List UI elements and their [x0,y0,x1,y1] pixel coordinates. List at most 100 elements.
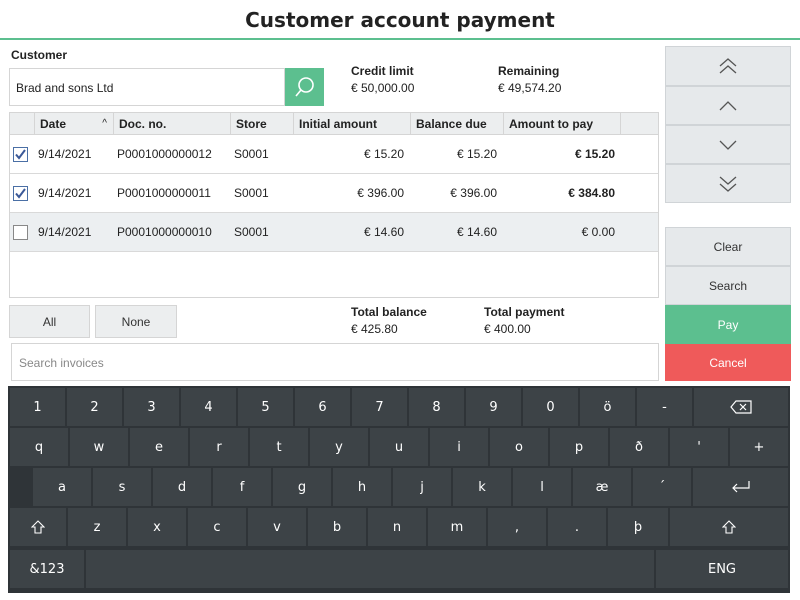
column-balance-due[interactable]: Balance due [410,113,503,135]
key[interactable]: ' [670,428,728,466]
double-chevron-up-icon [719,58,737,74]
key[interactable]: n [368,508,426,546]
row-up-button[interactable] [665,86,791,125]
key[interactable]: d [153,468,211,506]
search-button[interactable]: Search [665,266,791,305]
chevron-up-icon [719,100,737,110]
key[interactable]: s [93,468,151,506]
key[interactable]: , [488,508,546,546]
key[interactable]: a [33,468,91,506]
key[interactable]: 0 [523,388,578,426]
on-screen-keyboard: 1 2 3 4 5 6 7 8 9 0 ö - q w e r t y u i … [8,386,790,593]
row-checkbox[interactable] [13,147,28,162]
row-checkbox[interactable] [13,186,28,201]
key[interactable]: 4 [181,388,236,426]
row-down-button[interactable] [665,125,791,164]
table-row[interactable]: 9/14/2021 P0001000000012 S0001 € 15.20 €… [10,135,658,174]
page-down-button[interactable] [665,164,791,203]
page-up-button[interactable] [665,46,791,86]
pay-button[interactable]: Pay [665,305,791,344]
key[interactable]: q [10,428,68,466]
key[interactable]: + [730,428,788,466]
key[interactable]: x [128,508,186,546]
column-amount-to-pay[interactable]: Amount to pay [503,113,620,135]
key[interactable]: i [430,428,488,466]
space-key[interactable] [86,550,654,588]
key[interactable]: 9 [466,388,521,426]
key[interactable]: m [428,508,486,546]
key[interactable]: v [248,508,306,546]
key[interactable]: 8 [409,388,464,426]
cell-doc-no: P0001000000012 [117,147,212,161]
cell-date: 9/14/2021 [38,186,92,200]
key[interactable]: l [513,468,571,506]
table-row[interactable]: 9/14/2021 P0001000000010 S0001 € 14.60 €… [10,213,658,252]
clear-button[interactable]: Clear [665,227,791,266]
total-balance-label: Total balance [351,305,427,319]
key[interactable]: y [310,428,368,466]
key[interactable]: o [490,428,548,466]
customer-search-button[interactable] [285,68,324,106]
row-checkbox[interactable] [13,225,28,240]
key[interactable]: 6 [295,388,350,426]
enter-key[interactable] [693,468,788,506]
cancel-button[interactable]: Cancel [665,344,791,381]
key[interactable]: þ [608,508,668,546]
select-all-button[interactable]: All [9,305,90,338]
search-invoices-input[interactable]: Search invoices [11,343,659,381]
page-header: Customer account payment [0,0,800,40]
key[interactable]: . [548,508,606,546]
key[interactable]: æ [573,468,631,506]
key[interactable]: ´ [633,468,691,506]
key[interactable]: 5 [238,388,293,426]
key[interactable]: ö [580,388,635,426]
key[interactable]: 3 [124,388,179,426]
table-header: Date ^ Doc. no. Store Initial amount Bal… [10,113,658,135]
table-row[interactable]: 9/14/2021 P0001000000011 S0001 € 396.00 … [10,174,658,213]
shift-key[interactable] [10,508,66,546]
key[interactable]: j [393,468,451,506]
key[interactable]: 1 [10,388,65,426]
column-date[interactable]: Date ^ [34,113,113,135]
key[interactable]: h [333,468,391,506]
checkmark-icon [15,188,26,199]
select-none-button[interactable]: None [95,305,177,338]
key[interactable]: k [453,468,511,506]
cell-amount-to-pay[interactable]: € 0.00 [503,213,615,252]
backspace-key[interactable] [694,388,788,426]
key[interactable]: f [213,468,271,506]
key[interactable]: z [68,508,126,546]
cell-amount-to-pay[interactable]: € 15.20 [503,135,615,174]
key[interactable]: r [190,428,248,466]
cell-date: 9/14/2021 [38,147,92,161]
customer-input[interactable]: Brad and sons Ltd [9,68,285,106]
sort-ascending-icon: ^ [102,118,107,129]
key[interactable]: g [273,468,331,506]
cell-balance-due: € 396.00 [450,186,497,200]
key[interactable]: e [130,428,188,466]
column-doc-no[interactable]: Doc. no. [113,113,230,135]
key[interactable]: c [188,508,246,546]
language-key[interactable]: ENG [656,550,788,588]
key[interactable]: b [308,508,366,546]
cell-amount-to-pay[interactable]: € 384.80 [503,174,615,213]
cell-initial-amount: € 15.20 [363,147,404,161]
invoice-table: Date ^ Doc. no. Store Initial amount Bal… [9,112,659,298]
key[interactable]: p [550,428,608,466]
column-spacer [620,113,658,135]
cell-doc-no: P0001000000010 [117,225,212,239]
shift-key-right[interactable] [670,508,788,546]
key[interactable]: - [637,388,692,426]
cell-store: S0001 [234,186,269,200]
key[interactable]: t [250,428,308,466]
cell-store: S0001 [234,225,269,239]
column-initial-amount[interactable]: Initial amount [293,113,410,135]
key[interactable]: 2 [67,388,122,426]
symbols-key[interactable]: &123 [10,550,84,588]
key[interactable]: w [70,428,128,466]
key[interactable]: ð [610,428,668,466]
column-store[interactable]: Store [230,113,293,135]
key[interactable]: u [370,428,428,466]
cell-doc-no: P0001000000011 [117,186,211,200]
key[interactable]: 7 [352,388,407,426]
